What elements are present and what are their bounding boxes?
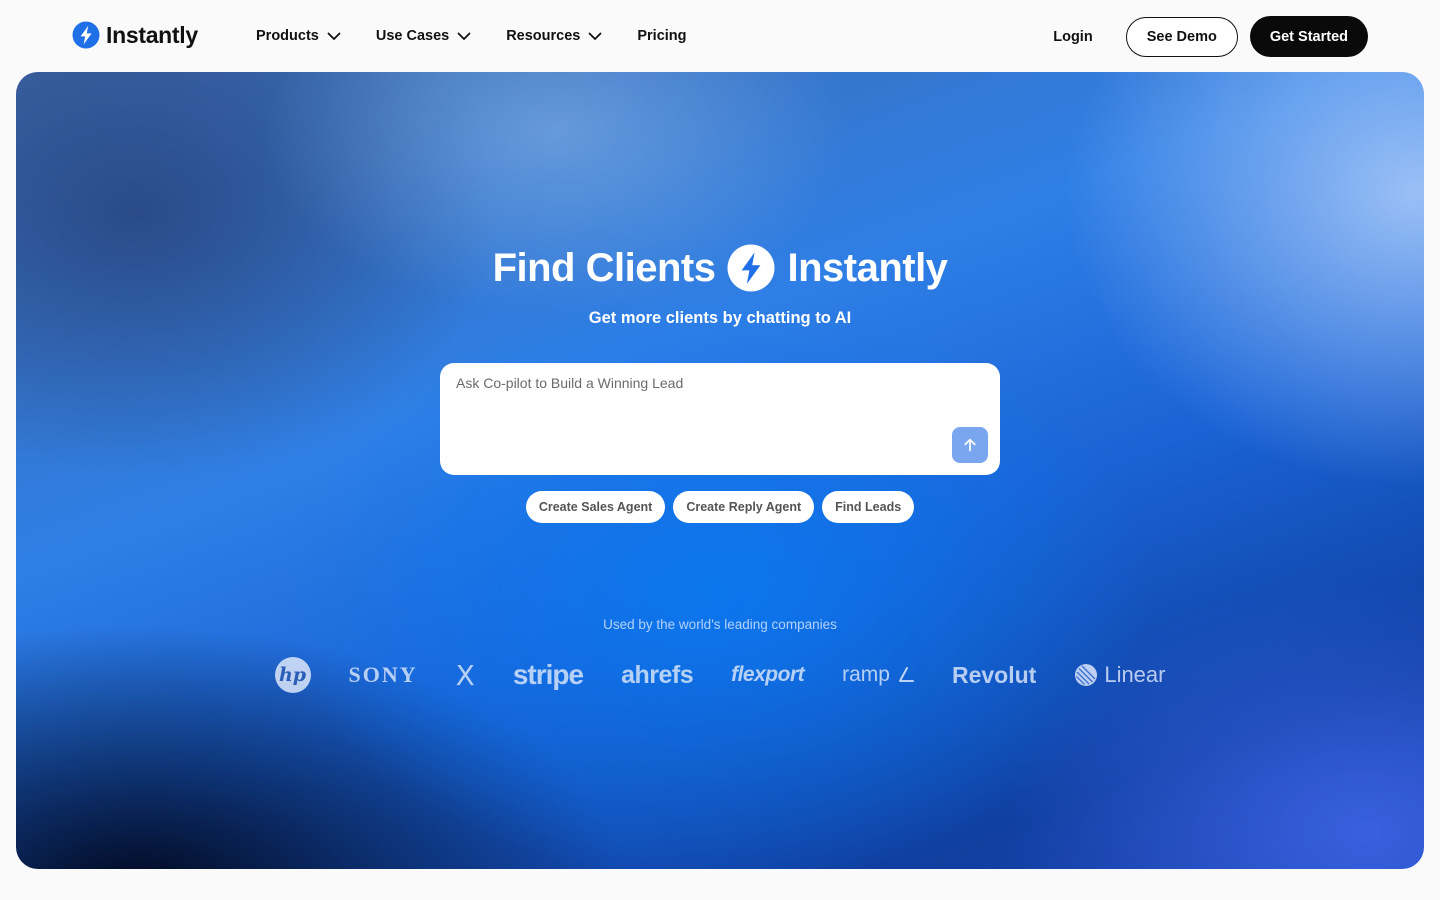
menu-products[interactable]: Products [256, 28, 342, 44]
hero-headline: Find Clients Instantly [16, 244, 1424, 292]
chevron-down-icon [327, 32, 341, 40]
hp-logo: hp [274, 657, 311, 693]
chip-create-reply-agent[interactable]: Create Reply Agent [673, 491, 815, 523]
ramp-mark-icon [898, 667, 914, 682]
send-prompt-button[interactable] [952, 427, 988, 463]
login-link[interactable]: Login [1053, 29, 1092, 45]
nav-actions: Login See Demo Get Started [1053, 16, 1368, 57]
linear-logo: Linear [1074, 662, 1165, 688]
menu-pricing-label: Pricing [637, 28, 687, 44]
flexport-logo: flexport [731, 663, 805, 686]
hero-subhead: Get more clients by chatting to AI [588, 309, 852, 327]
customer-logos: hp SONY X stripe ahrefs flexport ramp Re… [16, 655, 1424, 695]
headline-left: Find Clients [492, 245, 716, 290]
menu-use-cases-label: Use Cases [375, 28, 450, 44]
menu-use-cases[interactable]: Use Cases [376, 28, 472, 44]
stripe-logo: stripe [512, 659, 584, 690]
brand-logo[interactable]: Instantly [72, 21, 198, 49]
see-demo-button[interactable]: See Demo [1125, 16, 1238, 57]
copilot-prompt-box [440, 363, 1000, 475]
arrow-up-icon [964, 438, 976, 452]
lightning-bolt-icon [72, 21, 100, 49]
x-logo: X [455, 658, 475, 692]
ahrefs-logo: ahrefs [621, 660, 694, 689]
menu-pricing[interactable]: Pricing [637, 28, 686, 44]
ramp-logo-text: ramp [842, 663, 890, 686]
copilot-prompt-input[interactable] [456, 375, 976, 415]
chevron-down-icon [588, 32, 602, 40]
headline-right: Instantly [787, 245, 948, 290]
menu-resources[interactable]: Resources [506, 28, 603, 44]
chip-find-leads[interactable]: Find Leads [822, 491, 915, 523]
used-by-caption: Used by the world's leading companies [603, 617, 837, 632]
ramp-logo: ramp [842, 663, 914, 687]
menu-products-label: Products [256, 28, 319, 44]
chevron-down-icon [457, 32, 471, 40]
lightning-bolt-icon [727, 244, 775, 292]
get-started-button[interactable]: Get Started [1249, 16, 1368, 57]
revolut-logo: Revolut [951, 661, 1037, 688]
hero-section: Find Clients Instantly Get more clients … [16, 72, 1424, 869]
brand-name: Instantly [106, 21, 198, 48]
sony-logo: SONY [348, 662, 418, 687]
chip-create-sales-agent[interactable]: Create Sales Agent [525, 491, 666, 523]
hp-logo-text: hp [278, 664, 307, 686]
main-menu: Products Use Cases Resources Pricing [256, 0, 687, 72]
linear-mark-icon [1075, 664, 1098, 686]
suggestion-chips: Create Sales Agent Create Reply Agent Fi… [16, 491, 1424, 523]
menu-resources-label: Resources [506, 28, 581, 44]
linear-logo-text: Linear [1104, 662, 1166, 687]
top-nav: Instantly Products Use Cases Resources P… [0, 0, 1440, 72]
